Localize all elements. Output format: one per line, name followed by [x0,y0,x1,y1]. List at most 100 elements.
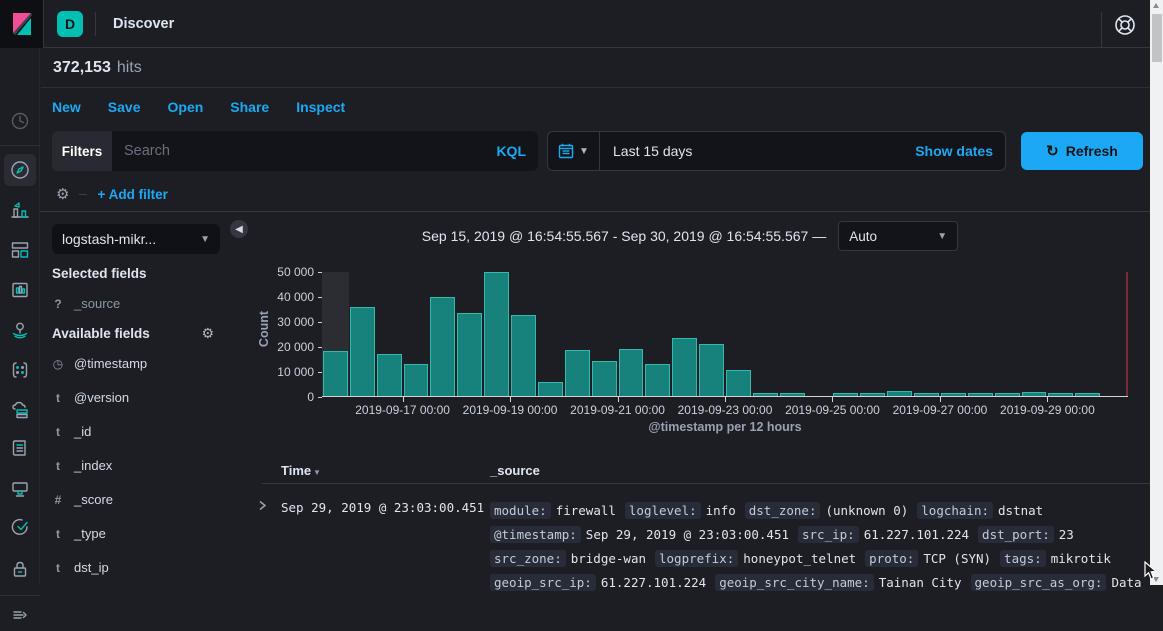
index-pattern-select[interactable]: logstash-mikr... ▼ [52,224,220,254]
field-item-_id[interactable]: t _id [52,424,91,439]
histogram-bar[interactable] [1075,393,1101,396]
sidebar-item-discover[interactable] [4,154,36,186]
histogram-bar[interactable] [726,370,751,396]
histogram-bar[interactable] [1021,392,1047,396]
histogram-bar[interactable] [967,393,993,396]
histogram-bar[interactable] [457,313,483,396]
filter-bar: ⚙ + Add filter [56,185,168,203]
kibana-logo[interactable] [0,0,44,48]
show-dates-button[interactable]: Show dates [915,143,1005,159]
field-sidebar: logstash-mikr... ▼ Selected fields Avail… [41,212,228,585]
histogram-bar[interactable] [1048,393,1074,396]
recently-viewed-icon[interactable] [4,105,36,137]
field-settings-gear-icon[interactable]: ⚙ [201,325,214,342]
x-tick-label: 2019-09-19 00:00 [462,403,558,417]
scrollbar-thumb[interactable] [1151,14,1162,62]
histogram-bar[interactable] [618,349,644,396]
histogram-bar[interactable] [779,393,805,396]
column-header-time[interactable]: Time [281,463,311,478]
filters-button[interactable]: Filters [52,131,112,171]
refresh-button[interactable]: ↻ Refresh [1021,132,1143,170]
calendar-dropdown-button[interactable]: ▼ [548,132,600,170]
search-placeholder: Search [124,143,170,159]
histogram-bar[interactable] [591,361,617,396]
field-item-_index[interactable]: t _index [52,458,112,473]
source-field-value: firewall [555,502,616,518]
histogram-bar[interactable] [752,393,778,396]
time-range-value[interactable]: Last 15 days [600,143,915,159]
histogram-bar[interactable] [699,344,724,396]
field-name: _score [74,492,114,507]
field-item-@version[interactable]: t @version [52,390,129,405]
field-item-_score[interactable]: # _score [52,492,113,507]
filter-settings-gear-icon[interactable]: ⚙ [56,185,69,203]
histogram-bar[interactable] [430,296,456,396]
search-input[interactable]: Search KQL [112,131,538,171]
sidebar-item-maps[interactable] [4,314,36,346]
interval-select[interactable]: Auto ▼ [838,221,959,251]
collapse-sidebar-button[interactable]: ◀ [230,220,248,238]
field-item-_source[interactable]: ? _source [52,296,120,311]
sidebar-item-uptime[interactable] [4,511,36,543]
histogram-bar[interactable] [887,390,913,396]
histogram-bar[interactable] [323,351,348,396]
kql-language-button[interactable]: KQL [496,143,526,159]
source-field-key: geoip_src_as_org: [970,573,1107,591]
nav-rail [0,48,40,619]
x-tick-label: 2019-09-27 00:00 [892,403,988,417]
histogram-bar[interactable] [484,271,510,396]
histogram-bar[interactable] [860,393,886,396]
add-filter-button[interactable]: + Add filter [97,187,167,202]
sidebar-item-metrics[interactable] [4,394,36,426]
field-type-icon: t [56,424,60,439]
new-button[interactable]: New [52,99,81,115]
histogram-bar[interactable] [833,393,859,396]
histogram-bar[interactable] [914,393,939,396]
field-name: _index [74,458,113,473]
calendar-icon [558,143,574,159]
sidebar-item-visualize[interactable] [4,194,36,226]
histogram-bar[interactable] [511,314,536,396]
sidebar-item-canvas[interactable] [4,274,36,306]
collapse-menu-icon[interactable] [4,599,36,631]
x-tick-mark [832,397,834,402]
histogram-bar[interactable] [349,307,375,396]
sidebar-item-dashboard[interactable] [4,234,36,266]
source-field-pair: geoip_src_city_name: Tainan City [715,573,962,591]
histogram-bar[interactable] [672,338,698,396]
histogram-bar[interactable] [940,393,966,396]
open-button[interactable]: Open [168,99,204,115]
x-axis-title: @timestamp per 12 hours [648,420,802,434]
save-button[interactable]: Save [108,99,141,115]
help-button[interactable] [1113,13,1137,37]
scroll-up-arrow[interactable] [1153,3,1159,8]
scrollbar[interactable] [1150,0,1163,585]
query-bar: Filters Search KQL ▼ Last 15 days Show d… [52,131,1143,171]
source-line: module: firewall loglevel: info dst_zone: (un… [490,498,1146,522]
discover-app-badge[interactable]: D [57,11,83,37]
field-item-dst_ip[interactable]: t dst_ip [52,560,109,575]
field-type-icon: # [54,492,62,507]
histogram-bar[interactable] [564,350,590,396]
sidebar-item-apm[interactable] [4,473,36,505]
source-field-key: src_zone: [490,549,566,567]
field-name: _source [74,296,121,311]
histogram-bar[interactable] [994,393,1020,396]
x-tick-label: 2019-09-23 00:00 [677,403,773,417]
inspect-button[interactable]: Inspect [296,99,345,115]
sidebar-item-siem[interactable] [4,553,36,585]
histogram-bar[interactable] [645,363,671,396]
share-button[interactable]: Share [230,99,269,115]
histogram-plot[interactable] [322,271,1128,397]
expand-row-chevron[interactable] [257,500,269,512]
sidebar-item-machine-learning[interactable] [4,354,36,386]
histogram-bar[interactable] [537,382,563,396]
column-header-source[interactable]: _source [490,463,540,478]
histogram-bar[interactable] [403,364,429,396]
field-item-@timestamp[interactable]: ◷ @timestamp [52,356,147,371]
y-tick-label: 10 000 [277,365,314,379]
sidebar-item-logs[interactable] [4,432,36,464]
field-type-icon: t [56,458,60,473]
field-item-_type[interactable]: t _type [52,526,106,541]
histogram-bar[interactable] [376,354,402,396]
